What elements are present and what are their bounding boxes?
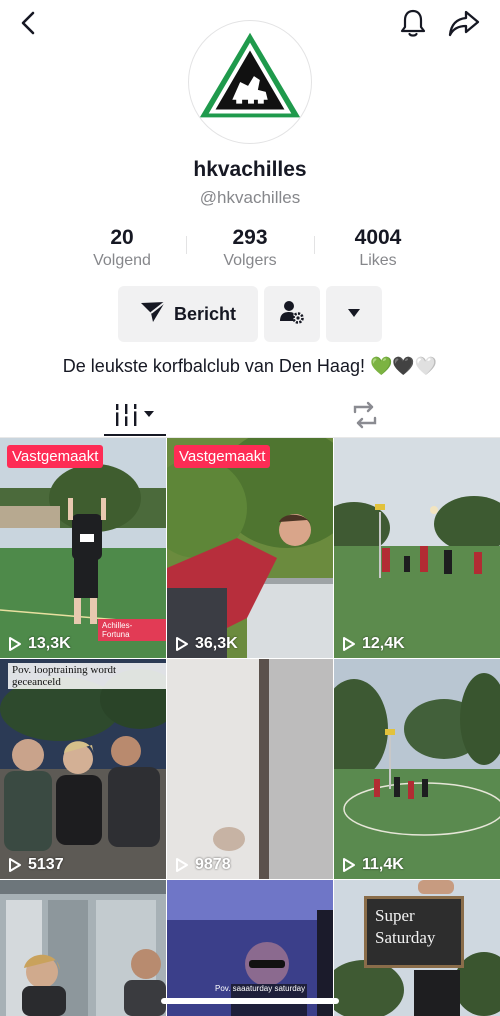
- stat-value: 293: [232, 226, 268, 249]
- paper-plane-icon: [140, 300, 166, 328]
- profile-avatar[interactable]: [188, 20, 312, 144]
- stat-value: 4004: [354, 226, 402, 249]
- video-still: [334, 659, 500, 879]
- view-count: 13,3K: [8, 635, 71, 653]
- video-thumbnail[interactable]: Pov. looptraining wordt geceanceld 5137: [0, 659, 166, 879]
- video-thumbnail[interactable]: 9878: [167, 659, 333, 879]
- content-tabs: [0, 394, 500, 438]
- view-count-value: 5137: [28, 856, 64, 873]
- view-count-value: 12,4K: [362, 635, 405, 652]
- stat-value: 20: [110, 226, 134, 249]
- video-still: [167, 659, 333, 879]
- view-count: 11,4K: [342, 856, 404, 874]
- share-arrow-icon[interactable]: [446, 6, 482, 40]
- stat-label: Likes: [359, 252, 397, 269]
- view-count: 12,4K: [342, 635, 405, 653]
- video-still: [167, 880, 333, 1016]
- view-count: 9878: [175, 856, 231, 874]
- profile-bio: De leukste korfbalclub van Den Haag! 💚🖤🤍: [62, 356, 438, 376]
- message-button-label: Bericht: [173, 303, 236, 324]
- caret-down-icon: [347, 305, 361, 323]
- home-indicator: [161, 998, 339, 1004]
- pinned-badge: Vastgemaakt: [7, 445, 104, 468]
- video-thumbnail[interactable]: Super Saturday: [334, 880, 500, 1016]
- user-gear-icon: [279, 299, 305, 330]
- repost-icon[interactable]: [348, 398, 382, 432]
- more-options-button[interactable]: [326, 286, 382, 342]
- video-still: [334, 438, 500, 658]
- club-logo: [199, 32, 301, 118]
- video-thumbnail[interactable]: 12,4K: [334, 438, 500, 658]
- video-overlay-text: Pov. saaaturday saturday: [215, 984, 306, 993]
- profile-handle: @hkvachilles: [199, 188, 301, 207]
- video-thumbnail[interactable]: Vastgemaakt 36,3K: [167, 438, 333, 658]
- view-count-value: 11,4K: [362, 856, 404, 873]
- pinned-badge: Vastgemaakt: [174, 445, 271, 468]
- video-still: [0, 659, 166, 879]
- play-icon: [9, 637, 21, 651]
- stat-label: Volgend: [93, 252, 151, 269]
- view-count-value: 13,3K: [28, 635, 71, 652]
- stat-followers[interactable]: 293 Volgers: [185, 226, 315, 270]
- play-icon: [343, 858, 355, 872]
- video-sign: Super Saturday: [364, 896, 464, 968]
- grid-tab-icon[interactable]: [104, 398, 166, 434]
- view-count: 36,3K: [175, 635, 238, 653]
- stat-label: Volgers: [223, 252, 277, 269]
- play-icon: [343, 637, 355, 651]
- follow-settings-button[interactable]: [264, 286, 320, 342]
- bell-icon[interactable]: [396, 6, 430, 40]
- play-icon: [176, 637, 188, 651]
- chevron-left-icon[interactable]: [14, 8, 44, 38]
- play-icon: [9, 858, 21, 872]
- view-count-value: 9878: [195, 856, 231, 873]
- video-thumbnail[interactable]: Pov. saaaturday saturday: [167, 880, 333, 1016]
- profile-username: hkvachilles: [193, 158, 307, 181]
- profile-stats: 20 Volgend 293 Volgers 4004 Likes: [0, 226, 500, 274]
- video-still: [0, 880, 166, 1016]
- message-button[interactable]: Bericht: [118, 286, 258, 342]
- video-still: [167, 438, 333, 658]
- video-thumbnail[interactable]: 11,4K: [334, 659, 500, 879]
- video-thumbnail[interactable]: Vastgemaakt Achilles- Fortuna 13,3K: [0, 438, 166, 658]
- view-count-value: 36,3K: [195, 635, 238, 652]
- video-caption: Pov. looptraining wordt geceanceld: [8, 663, 166, 689]
- profile-actions: Bericht: [0, 286, 500, 342]
- video-tag: Achilles- Fortuna: [98, 619, 166, 641]
- stat-following[interactable]: 20 Volgend: [57, 226, 187, 270]
- video-thumbnail[interactable]: [0, 880, 166, 1016]
- view-count: 5137: [8, 856, 64, 874]
- stat-likes[interactable]: 4004 Likes: [313, 226, 443, 270]
- play-icon: [176, 858, 188, 872]
- active-tab-indicator: [104, 434, 166, 436]
